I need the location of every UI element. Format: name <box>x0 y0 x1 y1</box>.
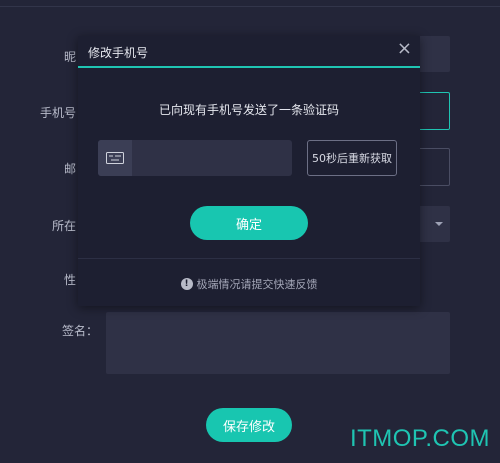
save-button[interactable]: 保存修改 <box>206 408 292 442</box>
phone-field[interactable] <box>418 92 450 130</box>
title-underline <box>78 66 420 68</box>
verification-code-field <box>98 140 292 176</box>
modal-divider <box>78 258 420 259</box>
gender-label: 性 <box>64 273 77 287</box>
signature-label: 签名： <box>62 324 99 338</box>
phone-label: 手机号 <box>40 106 77 120</box>
watermark: ITMOP.COM <box>349 425 490 452</box>
email-label: 邮 <box>64 162 77 176</box>
chevron-down-icon <box>435 222 443 226</box>
modal-title: 修改手机号 <box>88 46 149 60</box>
keyboard-icon <box>98 140 132 176</box>
top-divider <box>0 6 500 7</box>
feedback-link[interactable]: 极端情况请提交快速反馈 <box>197 276 318 292</box>
modal-message: 已向现有手机号发送了一条验证码 <box>158 103 339 117</box>
signature-textarea[interactable] <box>106 312 450 374</box>
nickname-field[interactable] <box>418 36 450 72</box>
feedback-row: ! 极端情况请提交快速反馈 <box>78 276 420 292</box>
resend-code-button[interactable]: 50秒后重新获取 <box>307 140 397 176</box>
location-label: 所在 <box>52 219 77 233</box>
close-icon[interactable]: × <box>397 40 412 58</box>
change-phone-modal: 修改手机号 × 已向现有手机号发送了一条验证码 50秒后重新获取 确定 ! 极端… <box>78 36 420 306</box>
location-select[interactable] <box>418 206 450 242</box>
nickname-label: 昵 <box>64 50 77 64</box>
email-field[interactable] <box>418 148 450 186</box>
exclamation-icon: ! <box>180 278 193 290</box>
verification-code-input[interactable] <box>132 140 292 176</box>
confirm-button[interactable]: 确定 <box>190 206 308 240</box>
